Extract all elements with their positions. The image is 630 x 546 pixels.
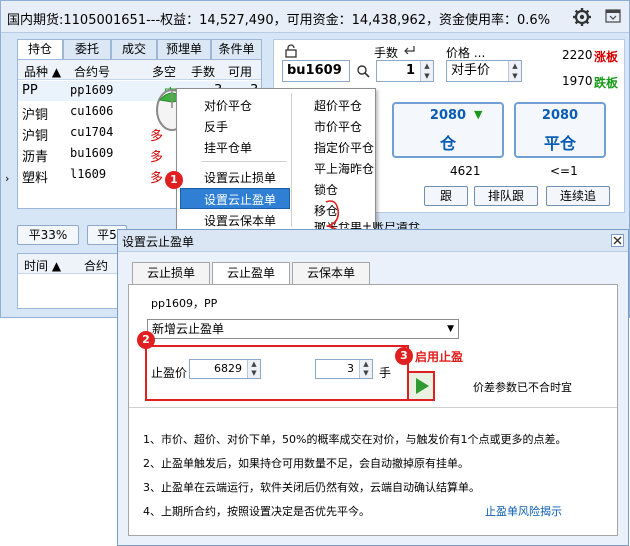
menu-item-over-price-close[interactable]: 超价平仓 [314, 97, 362, 114]
tab-orders[interactable]: 委托 [63, 39, 111, 59]
continuous-chase-button[interactable]: 连续追 [546, 186, 610, 206]
price-label[interactable]: 价格 ... [446, 44, 485, 61]
close-icon[interactable] [611, 234, 624, 247]
take-profit-price-label: 止盈价 [151, 366, 188, 380]
contract-input[interactable]: bu1609 [282, 60, 350, 82]
qty-stepper[interactable]: ▲ ▼ [420, 61, 433, 81]
menu-item-cloud-stop-loss[interactable]: 设置云止损单 [204, 169, 276, 186]
column-header[interactable]: 品种 ▲ [24, 63, 61, 80]
close-position-button[interactable]: 2080 平仓 [514, 102, 606, 158]
contract-info: pp1609，PP [151, 297, 218, 310]
tab-preset-orders[interactable]: 预埋单 [157, 39, 211, 59]
step-badge-3: 3 [395, 347, 413, 365]
price-stepper[interactable]: ▲ ▼ [508, 61, 521, 81]
follow-button[interactable]: 跟 [424, 186, 468, 206]
start-take-profit-label: 启用止盈 [415, 350, 464, 364]
limit-up-value: 2220 [562, 48, 593, 62]
play-icon [416, 378, 429, 394]
menu-column-divider [291, 93, 292, 227]
take-profit-settings: 止盈价 6829 ▲ ▼ 3 ▲ ▼ 手 [145, 345, 409, 401]
menu-item-cloud-take-profit[interactable]: 设置云止盈单 [204, 191, 276, 208]
menu-item-place-close-order[interactable]: 挂平仓单 [204, 139, 252, 156]
take-profit-qty-stepper[interactable]: ▲ ▼ [359, 360, 372, 378]
search-icon[interactable] [356, 64, 370, 78]
available-open-count: 4621 [450, 164, 481, 178]
window-title: 国内期货:1105001651---权益：14,527,490，可用资金：14,… [7, 13, 551, 28]
open-position-button[interactable]: 2080 仓 [392, 102, 504, 158]
tab-cloud-take-profit[interactable]: 云止盈单 [212, 262, 290, 285]
table-header: 品种 ▲ 合约号 多空 手数 可用 [18, 60, 261, 80]
chevron-down-icon: ▼ [447, 324, 454, 334]
note-3: 3、止盈单在云端运行，软件关闭后仍然有效，云端自动确认结算单。 [143, 481, 480, 494]
warning-text: 价差参数已不合时宜 [473, 381, 572, 394]
menu-item-specified-price-close[interactable]: 指定价平仓 [314, 139, 374, 156]
column-header[interactable]: 合约号 [74, 63, 110, 80]
limit-down-label: 跌板 [594, 76, 619, 90]
lock-icon[interactable] [284, 44, 298, 58]
menu-item-close-yesterday-shfe[interactable]: 平上海昨仓 [314, 160, 374, 177]
qty-label: 手数 [374, 46, 399, 60]
start-take-profit-button[interactable] [407, 371, 435, 401]
step-badge-1: 1 [165, 171, 183, 189]
dialog-title: 设置云止盈单 [122, 235, 195, 249]
section-divider [129, 407, 617, 408]
return-icon[interactable] [404, 45, 416, 55]
tab-trades[interactable]: 成交 [111, 39, 157, 59]
limit-up-label: 涨板 [594, 50, 619, 64]
note-4: 4、上期所合约，按照设置决定是否优先平今。 [143, 505, 370, 518]
menu-item-counter-price-close[interactable]: 对价平仓 [204, 97, 252, 114]
note-1: 1、市价、超价、对价下单，50%的概率成交在对价，与触发价有1个点或更多的点差。 [143, 433, 567, 446]
available-close-count: <=1 [550, 164, 578, 178]
menu-item-market-close[interactable]: 市价平仓 [314, 118, 362, 135]
menu-divider [201, 161, 287, 162]
menu-item-reverse[interactable]: 反手 [204, 118, 228, 135]
tab-cloud-stop-loss[interactable]: 云止损单 [132, 262, 210, 284]
tab-conditional-orders[interactable]: 条件单 [211, 39, 262, 59]
dialog-body: pp1609，PP 新增云止盈单 ▼ 2 止盈价 6829 ▲ ▼ 3 ▲ ▼ 手 … [128, 284, 618, 536]
note-2: 2、止盈单触发后，如果持仓可用数量不足，会自动撤掉原有挂单。 [143, 457, 469, 470]
take-profit-dialog: 设置云止盈单 云止损单 云止盈单 云保本单 pp1609，PP 新增云止盈单 ▼… [117, 229, 629, 546]
column-header[interactable]: 可用 [228, 63, 252, 80]
close-33-percent-button[interactable]: 平33% [17, 225, 79, 245]
column-header[interactable]: 多空 [152, 63, 176, 80]
risk-disclosure-link[interactable]: 止盈单风险揭示 [485, 503, 562, 519]
menu-item-cloud-breakeven[interactable]: 设置云保本单 [204, 212, 276, 229]
order-type-select[interactable]: 新增云止盈单 ▼ [147, 319, 459, 339]
tab-cloud-breakeven[interactable]: 云保本单 [292, 262, 370, 284]
row-marker: › [5, 172, 10, 185]
restore-window-icon[interactable] [605, 9, 621, 23]
title-bar: 国内期货:1105001651---权益：14,527,490，可用资金：14,… [1, 1, 629, 33]
down-arrow-icon: ▼ [474, 108, 483, 121]
column-header[interactable]: 时间 ▲ [24, 257, 61, 274]
qty-unit-label: 手 [379, 366, 392, 380]
column-header[interactable]: 手数 [191, 63, 215, 80]
take-profit-price-stepper[interactable]: ▲ ▼ [247, 360, 260, 378]
queue-follow-button[interactable]: 排队跟 [474, 186, 538, 206]
limit-down-value: 1970 [562, 74, 593, 88]
tab-positions[interactable]: 持仓 [17, 39, 63, 60]
column-header[interactable]: 合约 [84, 257, 108, 274]
dialog-title-bar: 设置云止盈单 [118, 230, 628, 252]
gear-icon[interactable] [572, 7, 592, 27]
